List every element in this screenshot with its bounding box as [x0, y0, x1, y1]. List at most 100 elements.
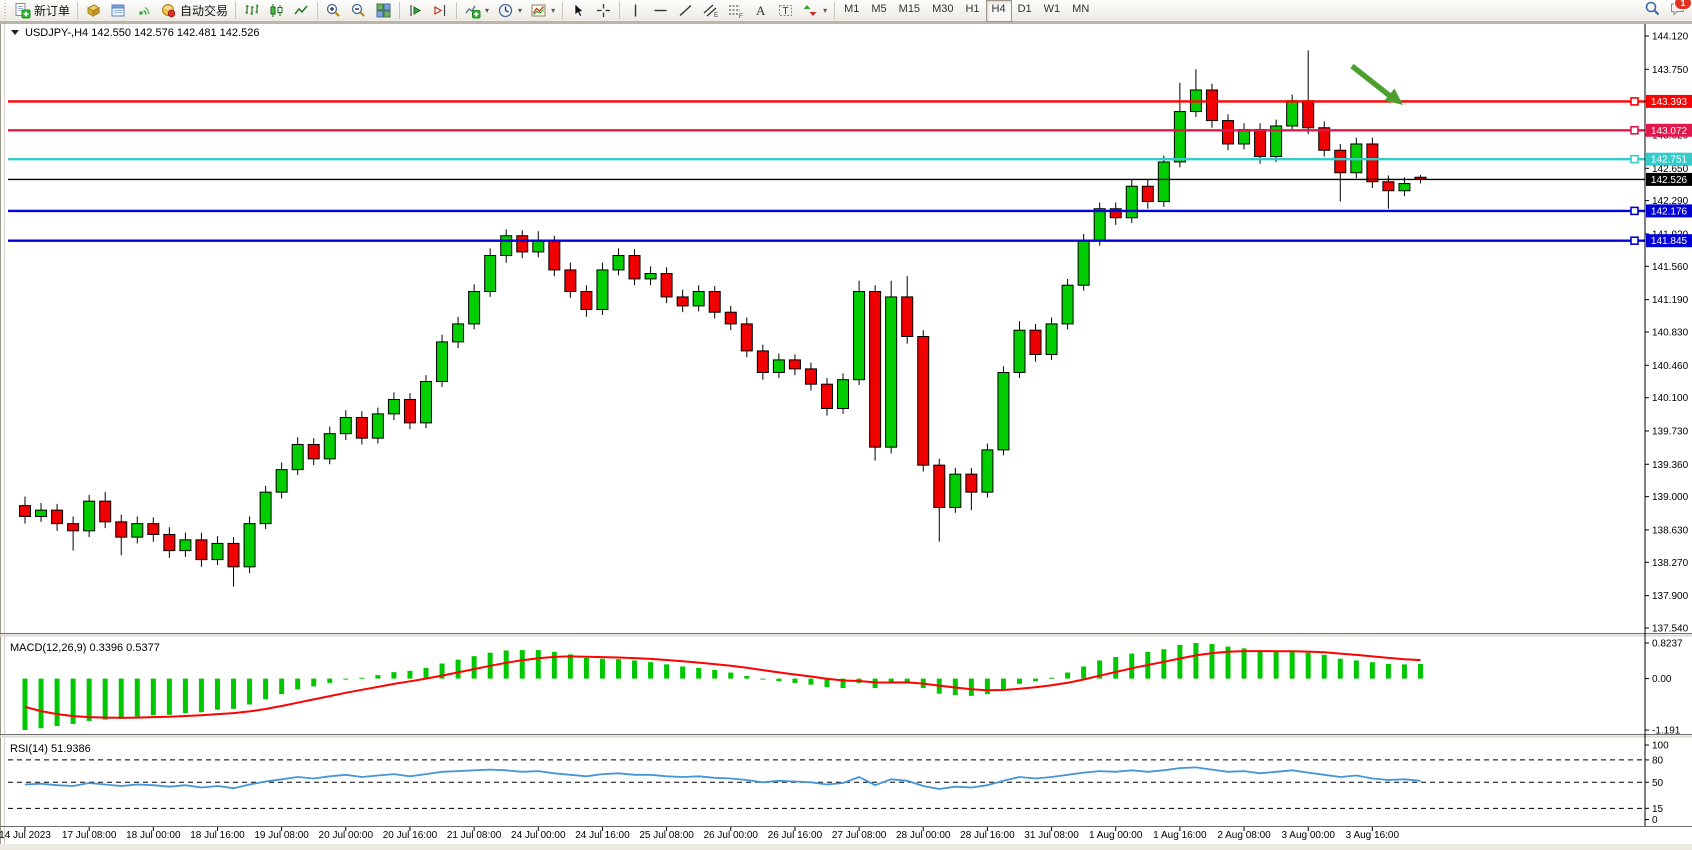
- cursor-icon: [570, 2, 587, 19]
- signals-button[interactable]: [131, 0, 156, 22]
- timeframe-h1-button[interactable]: H1: [959, 0, 985, 22]
- zoom-out-icon: [350, 2, 367, 19]
- rsi-axis-label: 15: [1652, 804, 1664, 815]
- zoom-out-button[interactable]: [346, 0, 371, 22]
- price-tick-label: 141.190: [1652, 295, 1689, 306]
- line-handle: [1631, 237, 1638, 244]
- cursor-button[interactable]: [566, 0, 591, 22]
- tile-windows-button[interactable]: [371, 0, 396, 22]
- timeframe-d1-button[interactable]: D1: [1012, 0, 1038, 22]
- chevron-down-icon[interactable]: ▾: [551, 6, 555, 15]
- tile-windows-icon: [375, 2, 392, 19]
- chart-shift-button[interactable]: [428, 0, 453, 22]
- line-chart-icon: [293, 2, 310, 19]
- market-watch-button[interactable]: [81, 0, 106, 22]
- chevron-down-icon[interactable]: ▾: [485, 6, 489, 15]
- new-order-button-label: 新订单: [34, 2, 70, 19]
- arrows-button[interactable]: ▾: [798, 0, 831, 22]
- toolbar-separator: [619, 2, 620, 19]
- indicators-button[interactable]: ▾: [460, 0, 493, 22]
- rsi-label: RSI(14) 51.9386: [10, 743, 91, 755]
- macd-rsi-splitter[interactable]: [0, 734, 1692, 735]
- new-order-button[interactable]: 新订单: [10, 0, 74, 22]
- candle: [854, 281, 865, 385]
- equidistant-channel-button[interactable]: E: [698, 0, 723, 22]
- fibonacci-icon: F: [727, 2, 744, 19]
- macd-label: MACD(12,26,9) 0.3396 0.5377: [10, 642, 160, 654]
- signals-icon: [135, 2, 152, 19]
- candle: [1271, 120, 1282, 162]
- time-label: 19 Jul 08:00: [254, 830, 309, 841]
- time-label: 26 Jul 16:00: [768, 830, 823, 841]
- window-bottom-edge: [0, 844, 1692, 850]
- notification-badge: 1: [1674, 0, 1692, 10]
- text-label-button[interactable]: T: [773, 0, 798, 22]
- candle-chart-button[interactable]: [264, 0, 289, 22]
- chart-canvas: 144.120143.750143.390143.020142.650142.2…: [0, 0, 1692, 850]
- price-tick-label: 140.100: [1652, 393, 1689, 404]
- chevron-down-icon[interactable]: ▾: [518, 6, 522, 15]
- timeframe-mn-button[interactable]: MN: [1066, 0, 1095, 22]
- candle: [741, 318, 752, 358]
- text-button[interactable]: A: [748, 0, 773, 22]
- autotrading-button[interactable]: 自动交易: [156, 0, 232, 22]
- chart-title: USDJPY-,H4 142.550 142.576 142.481 142.5…: [25, 27, 259, 39]
- timeframe-h4-button[interactable]: H4: [986, 0, 1012, 22]
- main-macd-splitter-groove: [0, 635, 1692, 637]
- timeframe-m30-button[interactable]: M30: [926, 0, 959, 22]
- trendline-button[interactable]: [673, 0, 698, 22]
- candle: [998, 366, 1009, 455]
- candle: [1062, 279, 1073, 329]
- periods-button[interactable]: ▾: [493, 0, 526, 22]
- candle: [1126, 180, 1137, 223]
- chevron-down-icon[interactable]: ▾: [823, 6, 827, 15]
- toolbar-separator: [399, 2, 400, 19]
- candle: [597, 263, 608, 315]
- navigator-button[interactable]: [106, 0, 131, 22]
- price-tick-label: 137.900: [1652, 591, 1689, 602]
- svg-text:A: A: [756, 3, 766, 18]
- macd-axis-label: 0.8237: [1652, 639, 1683, 650]
- timeframe-m15-button[interactable]: M15: [893, 0, 926, 22]
- search-icon[interactable]: [1644, 0, 1661, 22]
- price-tick-label: 144.120: [1652, 32, 1689, 43]
- macd-axis-label: -1.191: [1652, 726, 1681, 737]
- crosshair-button[interactable]: [591, 0, 616, 22]
- line-chart-button[interactable]: [289, 0, 314, 22]
- candle: [870, 285, 881, 460]
- bar-chart-icon: [243, 2, 260, 19]
- time-label: 3 Aug 16:00: [1346, 830, 1400, 841]
- time-label: 20 Jul 16:00: [383, 830, 438, 841]
- notifications-button[interactable]: 1: [1669, 0, 1686, 22]
- candle: [437, 335, 448, 387]
- price-tick-label: 138.270: [1652, 558, 1689, 569]
- horizontal-line-button[interactable]: [648, 0, 673, 22]
- templates-button[interactable]: ▾: [526, 0, 559, 22]
- timeframe-m5-button[interactable]: M5: [865, 0, 892, 22]
- timeframe-w1-button[interactable]: W1: [1038, 0, 1067, 22]
- price-tick-label: 140.830: [1652, 328, 1689, 339]
- auto-scroll-button[interactable]: [403, 0, 428, 22]
- channel-icon: E: [702, 2, 719, 19]
- vertical-line-button[interactable]: [623, 0, 648, 22]
- time-label: 31 Jul 08:00: [1024, 830, 1079, 841]
- price-tick-label: 138.630: [1652, 525, 1689, 536]
- toolbar-separator: [456, 2, 457, 19]
- autotrading-button-label: 自动交易: [180, 2, 228, 19]
- navigator-icon: [110, 2, 127, 19]
- line-handle: [1631, 127, 1638, 134]
- toolbar-separator: [562, 2, 563, 19]
- line-price-label: 141.845: [1651, 236, 1688, 247]
- hline-icon: [652, 2, 669, 19]
- fibonacci-button[interactable]: F: [723, 0, 748, 22]
- line-handle: [1631, 207, 1638, 214]
- timeframe-m1-button[interactable]: M1: [838, 0, 865, 22]
- bar-chart-button[interactable]: [239, 0, 264, 22]
- toolbar-grip: [4, 3, 8, 19]
- candle: [918, 330, 929, 471]
- zoom-in-button[interactable]: [321, 0, 346, 22]
- main-macd-splitter[interactable]: [0, 633, 1692, 634]
- auto-scroll-icon: [407, 2, 424, 19]
- shapes-icon: [802, 2, 819, 19]
- candle: [982, 444, 993, 498]
